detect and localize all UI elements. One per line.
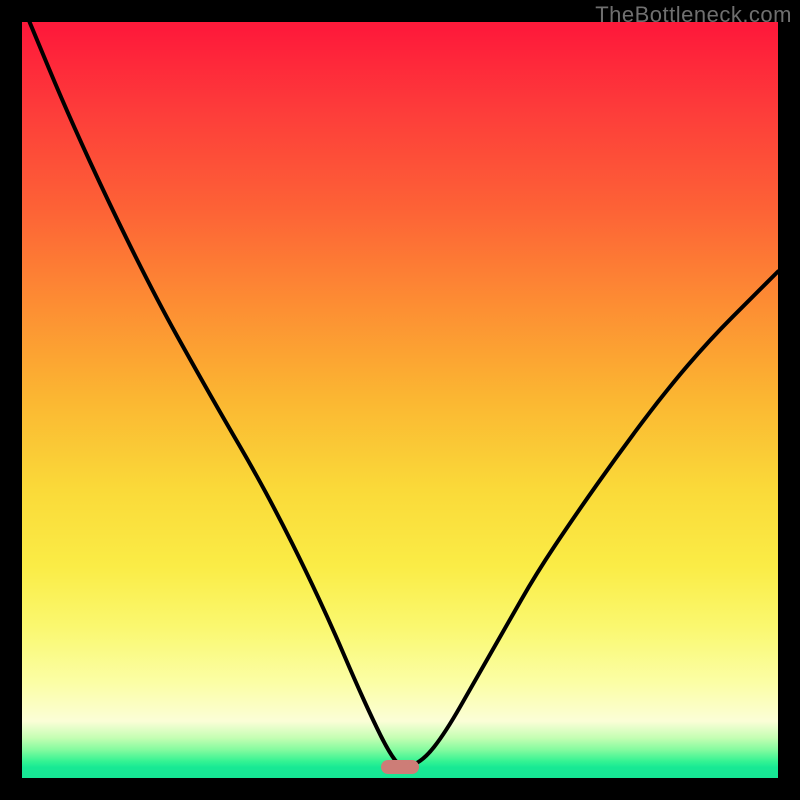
plot-area: [22, 22, 778, 778]
chart-frame: TheBottleneck.com: [0, 0, 800, 800]
bottleneck-curve: [22, 22, 778, 778]
optimal-point-marker: [381, 760, 419, 774]
watermark-text: TheBottleneck.com: [595, 2, 792, 28]
